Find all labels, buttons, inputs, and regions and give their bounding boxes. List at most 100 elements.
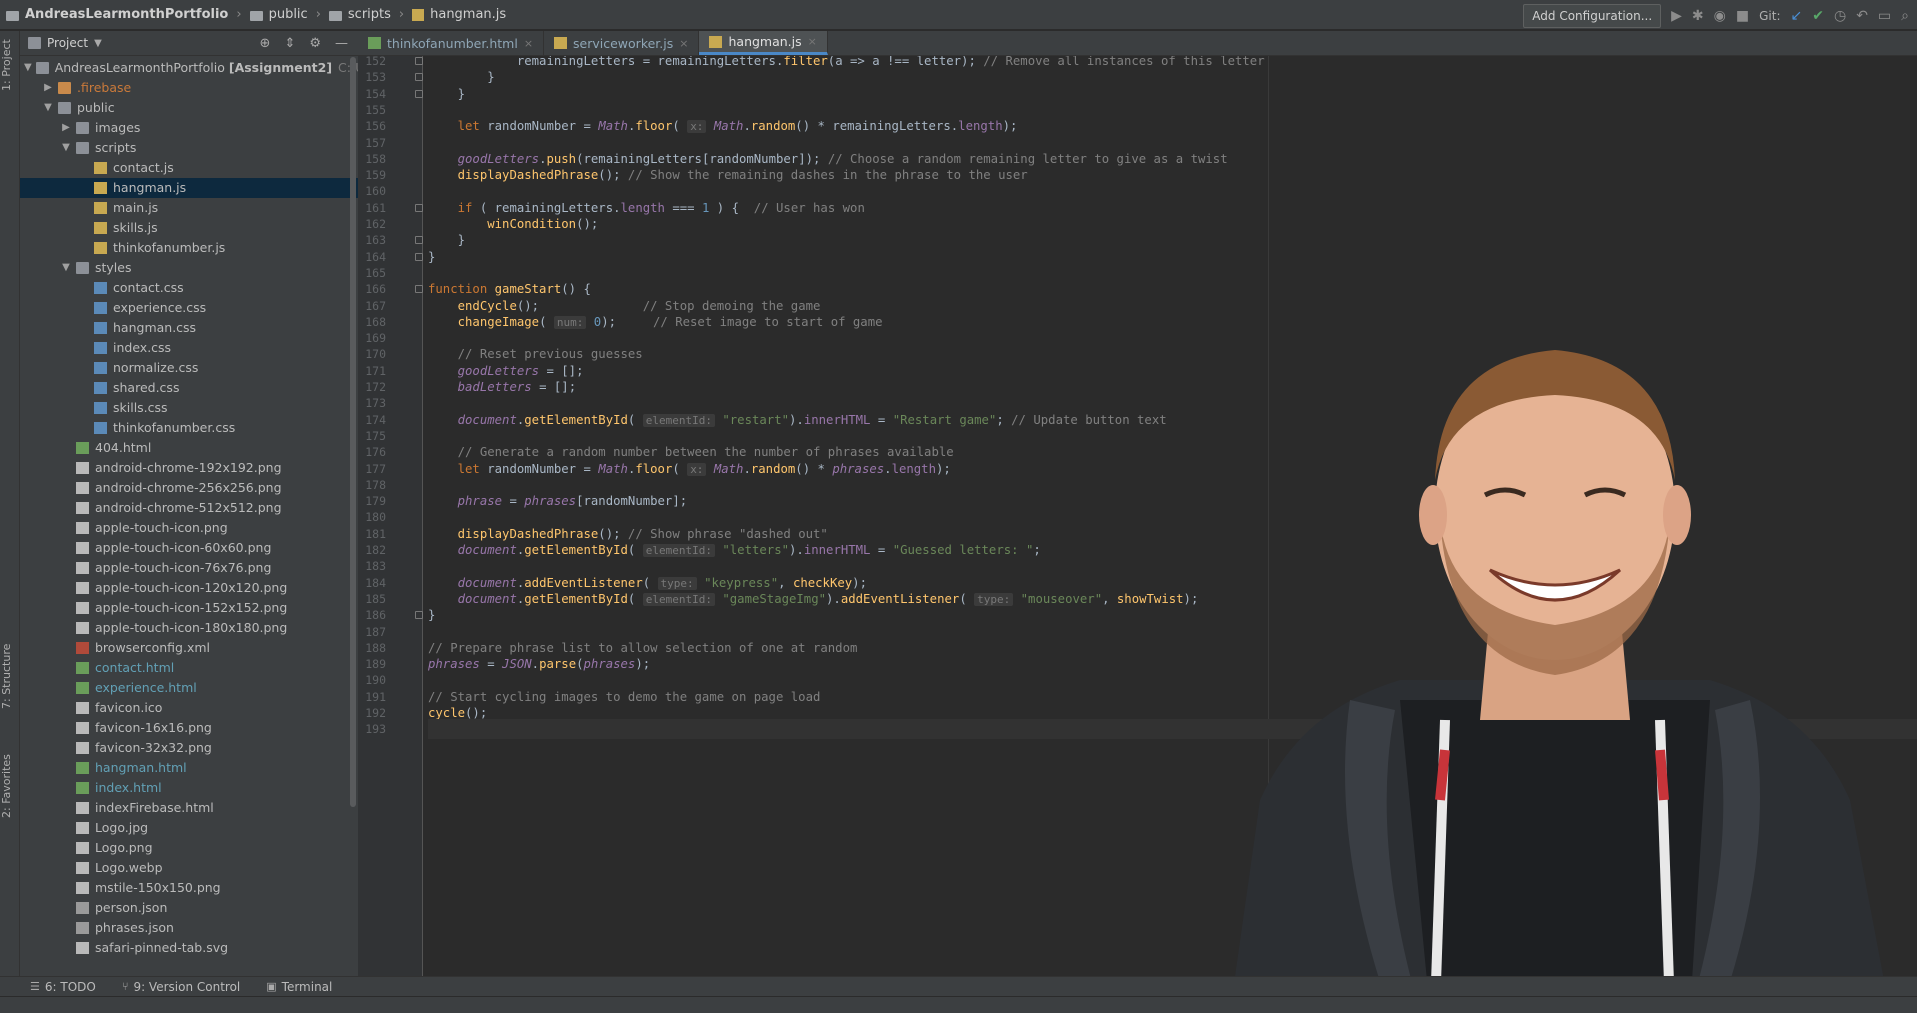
tree-item[interactable]: android-chrome-256x256.png <box>20 478 358 498</box>
hide-icon[interactable]: — <box>335 36 348 51</box>
collapse-all-icon[interactable]: ⇕ <box>284 36 295 51</box>
add-configuration-button[interactable]: Add Configuration... <box>1523 4 1662 28</box>
terminal-tool-button[interactable]: ▣ Terminal <box>266 980 332 994</box>
tree-item[interactable]: apple-touch-icon-60x60.png <box>20 538 358 558</box>
fold-marker-icon[interactable] <box>415 73 423 82</box>
code-line[interactable]: } <box>428 84 465 104</box>
expand-arrow-icon[interactable]: ▼ <box>24 58 32 78</box>
git-update-icon[interactable]: ↙ <box>1791 8 1803 24</box>
code-line[interactable]: phrases = JSON.parse(phrases); <box>428 654 650 674</box>
tree-item[interactable]: skills.css <box>20 398 358 418</box>
code-line[interactable]: displayDashedPhrase(); // Show the remai… <box>428 165 1028 185</box>
fold-marker-icon[interactable] <box>415 285 423 294</box>
tree-item[interactable]: index.html <box>20 778 358 798</box>
breadcrumb-project[interactable]: AndreasLearmonthPortfolio › <box>6 7 242 22</box>
locate-icon[interactable]: ⊕ <box>260 36 271 51</box>
editor-tab[interactable]: thinkofanumber.html × <box>358 31 545 55</box>
code-line[interactable]: document.getElementById( elementId: "gam… <box>428 589 1198 609</box>
tree-item[interactable]: shared.css <box>20 378 358 398</box>
search-icon[interactable]: ⌕ <box>1901 8 1909 24</box>
fold-marker-icon[interactable] <box>415 611 423 620</box>
window-icon[interactable]: ▭ <box>1878 8 1891 24</box>
tree-item[interactable]: ▼ scripts <box>20 138 358 158</box>
stop-icon[interactable]: ■ <box>1736 8 1749 24</box>
code-line[interactable]: changeImage( num: 0); // Reset image to … <box>428 312 883 332</box>
project-view-selector[interactable]: Project <box>47 36 88 50</box>
project-tree-scrollbar[interactable] <box>350 57 356 807</box>
close-tab-icon[interactable]: × <box>808 35 817 48</box>
history-icon[interactable]: ◷ <box>1834 8 1846 24</box>
debug-icon[interactable]: ✱ <box>1692 8 1704 24</box>
tree-item[interactable]: indexFirebase.html <box>20 798 358 818</box>
tree-item[interactable]: 404.html <box>20 438 358 458</box>
tree-item[interactable]: Logo.jpg <box>20 818 358 838</box>
fold-marker-icon[interactable] <box>415 89 423 98</box>
expand-arrow-icon[interactable]: ▼ <box>42 98 54 118</box>
code-line[interactable]: document.getElementById( elementId: "res… <box>428 410 1167 430</box>
tree-item[interactable]: skills.js <box>20 218 358 238</box>
code-line[interactable]: } <box>428 605 435 625</box>
tree-item[interactable]: android-chrome-512x512.png <box>20 498 358 518</box>
code-line[interactable]: document.getElementById( elementId: "let… <box>428 540 1041 560</box>
expand-arrow-icon[interactable]: ▶ <box>60 118 72 138</box>
git-commit-icon[interactable]: ✔ <box>1812 8 1824 24</box>
tree-item[interactable]: apple-touch-icon-180x180.png <box>20 618 358 638</box>
tree-item[interactable]: phrases.json <box>20 918 358 938</box>
tree-item[interactable]: favicon.ico <box>20 698 358 718</box>
rollback-icon[interactable]: ↶ <box>1856 8 1868 24</box>
code-line[interactable]: badLetters = []; <box>428 377 576 397</box>
fold-marker-icon[interactable] <box>415 203 423 212</box>
code-line[interactable]: let randomNumber = Math.floor( x: Math.r… <box>428 459 951 479</box>
tree-item[interactable]: experience.css <box>20 298 358 318</box>
tree-item[interactable]: safari-pinned-tab.svg <box>20 938 358 958</box>
tree-item[interactable]: person.json <box>20 898 358 918</box>
expand-arrow-icon[interactable]: ▼ <box>60 138 72 158</box>
tree-item[interactable]: ▼ styles <box>20 258 358 278</box>
breadcrumb-public[interactable]: public › <box>249 7 321 22</box>
tree-item[interactable]: ▶ images <box>20 118 358 138</box>
tree-item[interactable]: favicon-32x32.png <box>20 738 358 758</box>
expand-arrow-icon[interactable]: ▶ <box>42 78 54 98</box>
tree-item[interactable]: main.js <box>20 198 358 218</box>
tree-item[interactable]: thinkofanumber.css <box>20 418 358 438</box>
structure-tool-button[interactable]: 7: Structure <box>0 641 19 711</box>
tree-item[interactable]: hangman.css <box>20 318 358 338</box>
tree-item[interactable]: apple-touch-icon-152x152.png <box>20 598 358 618</box>
editor-tab[interactable]: hangman.js × <box>699 31 828 55</box>
tree-item[interactable]: contact.css <box>20 278 358 298</box>
tree-item[interactable]: android-chrome-192x192.png <box>20 458 358 478</box>
tree-item[interactable]: browserconfig.xml <box>20 638 358 658</box>
tree-item[interactable]: ▶ .firebase <box>20 78 358 98</box>
tree-item[interactable]: Logo.png <box>20 838 358 858</box>
tree-item[interactable]: contact.html <box>20 658 358 678</box>
version-control-tool-button[interactable]: ⑂ 9: Version Control <box>122 980 240 994</box>
tree-item[interactable]: Logo.webp <box>20 858 358 878</box>
tree-item[interactable]: thinkofanumber.js <box>20 238 358 258</box>
close-tab-icon[interactable]: × <box>524 37 533 50</box>
tree-root[interactable]: ▼ AndreasLearmonthPortfolio [Assignment2… <box>20 58 358 78</box>
tree-item[interactable]: experience.html <box>20 678 358 698</box>
tree-item[interactable]: index.css <box>20 338 358 358</box>
tree-item[interactable]: favicon-16x16.png <box>20 718 358 738</box>
gear-icon[interactable]: ⚙ <box>309 36 321 51</box>
tree-item[interactable]: hangman.html <box>20 758 358 778</box>
tree-item[interactable]: contact.js <box>20 158 358 178</box>
close-tab-icon[interactable]: × <box>679 37 688 50</box>
todo-tool-button[interactable]: ☰ 6: TODO <box>30 980 96 994</box>
tree-item[interactable]: normalize.css <box>20 358 358 378</box>
tree-item[interactable]: apple-touch-icon-120x120.png <box>20 578 358 598</box>
code-line[interactable]: remainingLetters = remainingLetters.filt… <box>428 56 1265 71</box>
project-tool-button[interactable]: 1: Project <box>0 35 19 95</box>
tree-item[interactable]: apple-touch-icon-76x76.png <box>20 558 358 578</box>
tree-item[interactable]: mstile-150x150.png <box>20 878 358 898</box>
fold-marker-icon[interactable] <box>415 236 423 245</box>
tree-item[interactable]: ▼ public <box>20 98 358 118</box>
favorites-tool-button[interactable]: 2: Favorites <box>0 751 19 821</box>
code-line[interactable]: phrase = phrases[randomNumber]; <box>428 491 688 511</box>
expand-arrow-icon[interactable]: ▼ <box>60 258 72 278</box>
breadcrumb-file[interactable]: hangman.js <box>412 7 506 22</box>
code-line[interactable]: } <box>428 247 435 267</box>
fold-marker-icon[interactable] <box>415 57 423 65</box>
chevron-down-icon[interactable]: ▼ <box>94 38 102 49</box>
code-line[interactable]: let randomNumber = Math.floor( x: Math.r… <box>428 116 1017 136</box>
